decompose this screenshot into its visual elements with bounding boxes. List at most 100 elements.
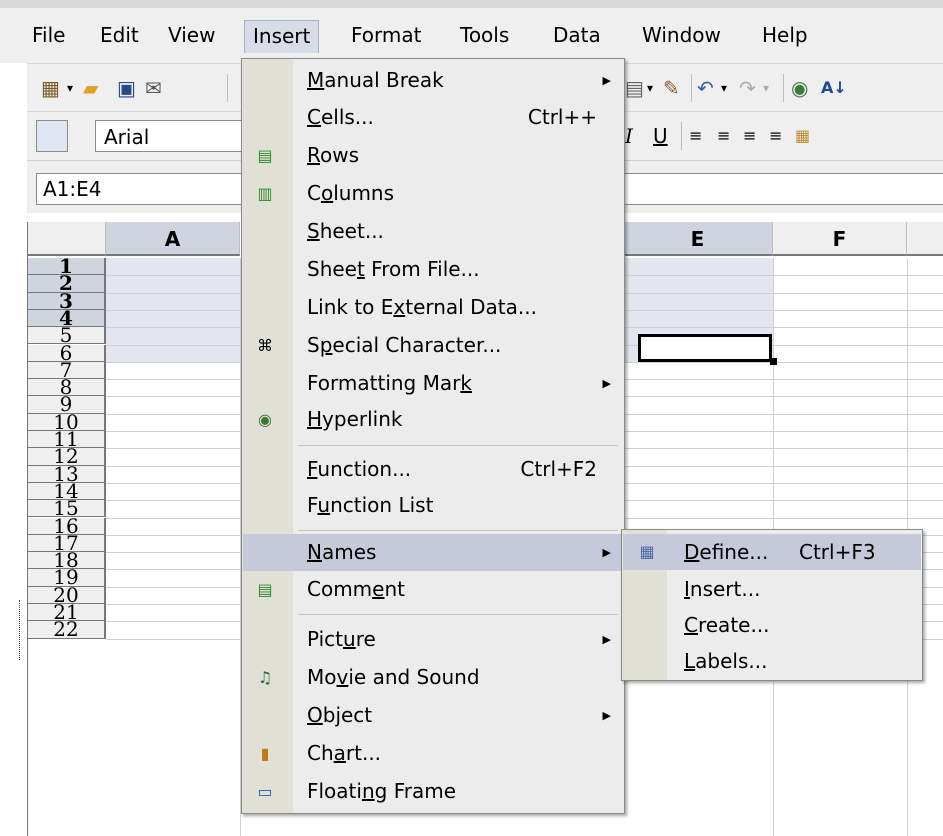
column-header-g[interactable] bbox=[907, 222, 943, 256]
row-header[interactable]: 21 bbox=[28, 604, 106, 622]
clone-formatting-icon[interactable]: ✎ bbox=[663, 76, 680, 100]
menu-item-hyperlink[interactable]: ◉ Hyperlink bbox=[243, 401, 623, 438]
copy-icon[interactable]: ▤ bbox=[625, 76, 644, 100]
align-center-icon[interactable]: ≡ bbox=[717, 124, 730, 148]
menu-item-object[interactable]: Object ▶ bbox=[243, 697, 623, 734]
row-header[interactable]: 18 bbox=[28, 552, 106, 570]
insert-columns-icon: ▥ bbox=[257, 184, 273, 203]
menu-item-function[interactable]: Function... Ctrl+F2 bbox=[243, 451, 623, 488]
copy-dropdown-icon[interactable]: ▾ bbox=[647, 76, 653, 100]
names-submenu: ▦ Define... Ctrl+F3 Insert... Create... … bbox=[621, 529, 923, 681]
toolbar-separator bbox=[227, 74, 228, 102]
menu-bar: File Edit View Insert Format Tools Data … bbox=[0, 8, 943, 63]
row-header[interactable]: 11 bbox=[28, 431, 106, 449]
submenu-item-define[interactable]: ▦ Define... Ctrl+F3 bbox=[623, 534, 921, 570]
menu-item-formatting-mark[interactable]: Formatting Mark ▶ bbox=[243, 365, 623, 402]
menu-item-label: Chart... bbox=[307, 741, 382, 765]
submenu-item-insert[interactable]: Insert... bbox=[623, 571, 921, 607]
merge-cells-icon[interactable]: ▦ bbox=[795, 124, 810, 148]
floating-frame-icon: ▭ bbox=[257, 782, 273, 801]
row-header[interactable]: 19 bbox=[28, 569, 106, 587]
email-icon[interactable]: ✉ bbox=[145, 76, 162, 100]
new-dropdown-icon[interactable]: ▾ bbox=[67, 76, 73, 100]
menu-item-link-external-data[interactable]: Link to External Data... bbox=[243, 289, 623, 326]
menu-item-cells[interactable]: Cells... Ctrl++ bbox=[243, 99, 623, 136]
row-header[interactable]: 14 bbox=[28, 482, 106, 501]
submenu-item-create[interactable]: Create... bbox=[623, 607, 921, 643]
menu-item-manual-break[interactable]: Manual Break ▶ bbox=[243, 62, 623, 99]
undo-icon[interactable]: ↶ bbox=[697, 76, 714, 100]
row-header[interactable]: 3 bbox=[28, 292, 106, 310]
menu-separator bbox=[298, 530, 618, 531]
hyperlink-toolbar-icon[interactable]: ◉ bbox=[791, 76, 808, 100]
row-header[interactable]: 13 bbox=[28, 465, 106, 483]
menu-window[interactable]: Window bbox=[634, 20, 729, 52]
menu-file[interactable]: File bbox=[24, 20, 73, 52]
menu-item-picture[interactable]: Picture ▶ bbox=[243, 621, 623, 658]
column-header-a[interactable]: A bbox=[106, 222, 240, 256]
menu-insert[interactable]: Insert bbox=[244, 20, 320, 53]
column-header-f[interactable]: F bbox=[773, 222, 907, 256]
column-header-e[interactable]: E bbox=[623, 222, 773, 256]
menu-item-floating-frame[interactable]: ▭ Floating Frame bbox=[243, 773, 623, 810]
row-header[interactable]: 20 bbox=[28, 586, 106, 604]
cell-cursor bbox=[638, 334, 772, 362]
hyperlink-icon: ◉ bbox=[258, 410, 272, 429]
submenu-item-label: Define... bbox=[684, 540, 769, 564]
row-header[interactable]: 5 bbox=[28, 327, 106, 345]
menu-edit[interactable]: Edit bbox=[92, 20, 147, 52]
menu-item-label: Hyperlink bbox=[307, 407, 403, 431]
font-name-box[interactable]: Arial bbox=[95, 120, 245, 152]
row-header[interactable]: 15 bbox=[28, 500, 106, 518]
justify-icon[interactable]: ≡ bbox=[769, 124, 782, 148]
row-header[interactable]: 17 bbox=[28, 534, 106, 553]
menu-item-columns[interactable]: ▥ Columns bbox=[243, 175, 623, 212]
menu-item-chart[interactable]: ▮ Chart... bbox=[243, 735, 623, 772]
menu-view[interactable]: View bbox=[160, 20, 223, 52]
submenu-item-labels[interactable]: Labels... bbox=[623, 643, 921, 679]
styles-button[interactable] bbox=[36, 120, 68, 152]
row-header[interactable]: 6 bbox=[28, 344, 106, 362]
redo-icon[interactable]: ↷ bbox=[739, 76, 756, 100]
menu-item-rows[interactable]: ▤ Rows bbox=[243, 137, 623, 174]
align-right-icon[interactable]: ≡ bbox=[743, 124, 756, 148]
save-icon[interactable]: ▣ bbox=[117, 76, 136, 100]
row-header[interactable]: 16 bbox=[28, 517, 106, 535]
menu-format[interactable]: Format bbox=[343, 20, 429, 52]
menu-item-special-character[interactable]: ⌘ Special Character... bbox=[243, 327, 623, 364]
shortcut-label: Ctrl+F2 bbox=[520, 457, 597, 481]
row-header[interactable]: 2 bbox=[28, 275, 106, 293]
menu-item-names[interactable]: Names ▶ bbox=[243, 534, 623, 571]
menu-data[interactable]: Data bbox=[545, 20, 609, 52]
row-header[interactable]: 22 bbox=[28, 621, 106, 639]
redo-dropdown-icon[interactable]: ▾ bbox=[763, 76, 769, 100]
select-all-corner[interactable] bbox=[28, 222, 106, 256]
open-folder-icon[interactable]: ▰ bbox=[83, 76, 98, 100]
row-header[interactable]: 12 bbox=[28, 448, 106, 466]
underline-icon[interactable]: U bbox=[653, 124, 668, 148]
row-header[interactable]: 7 bbox=[28, 361, 106, 380]
undo-dropdown-icon[interactable]: ▾ bbox=[721, 76, 727, 100]
menu-item-movie-and-sound[interactable]: ♫ Movie and Sound bbox=[243, 659, 623, 696]
menu-item-label: Function List bbox=[307, 493, 434, 517]
menu-item-sheet-from-file[interactable]: Sheet From File... bbox=[243, 251, 623, 288]
row-header[interactable]: 9 bbox=[28, 396, 106, 414]
fill-handle[interactable] bbox=[770, 358, 777, 365]
align-left-icon[interactable]: ≡ bbox=[689, 124, 702, 148]
sort-ascending-icon[interactable]: A↓ bbox=[821, 76, 847, 100]
menu-item-sheet[interactable]: Sheet... bbox=[243, 213, 623, 250]
row-header[interactable]: 10 bbox=[28, 413, 106, 431]
menu-item-label: Link to External Data... bbox=[307, 295, 537, 319]
row-header[interactable]: 8 bbox=[28, 379, 106, 397]
shortcut-label: Ctrl+F3 bbox=[799, 540, 876, 564]
menu-help[interactable]: Help bbox=[754, 20, 816, 52]
menu-tools[interactable]: Tools bbox=[452, 20, 517, 52]
new-document-icon[interactable]: ▦ bbox=[41, 76, 60, 100]
menu-item-comment[interactable]: ▤ Comment bbox=[243, 571, 623, 608]
name-box[interactable]: A1:E4 bbox=[36, 173, 246, 205]
dock-handle[interactable] bbox=[19, 600, 26, 660]
row-header[interactable]: 4 bbox=[28, 309, 106, 328]
menu-item-function-list[interactable]: Function List bbox=[243, 487, 623, 524]
italic-icon[interactable]: I bbox=[625, 124, 633, 148]
row-header[interactable]: 1 bbox=[28, 258, 106, 276]
